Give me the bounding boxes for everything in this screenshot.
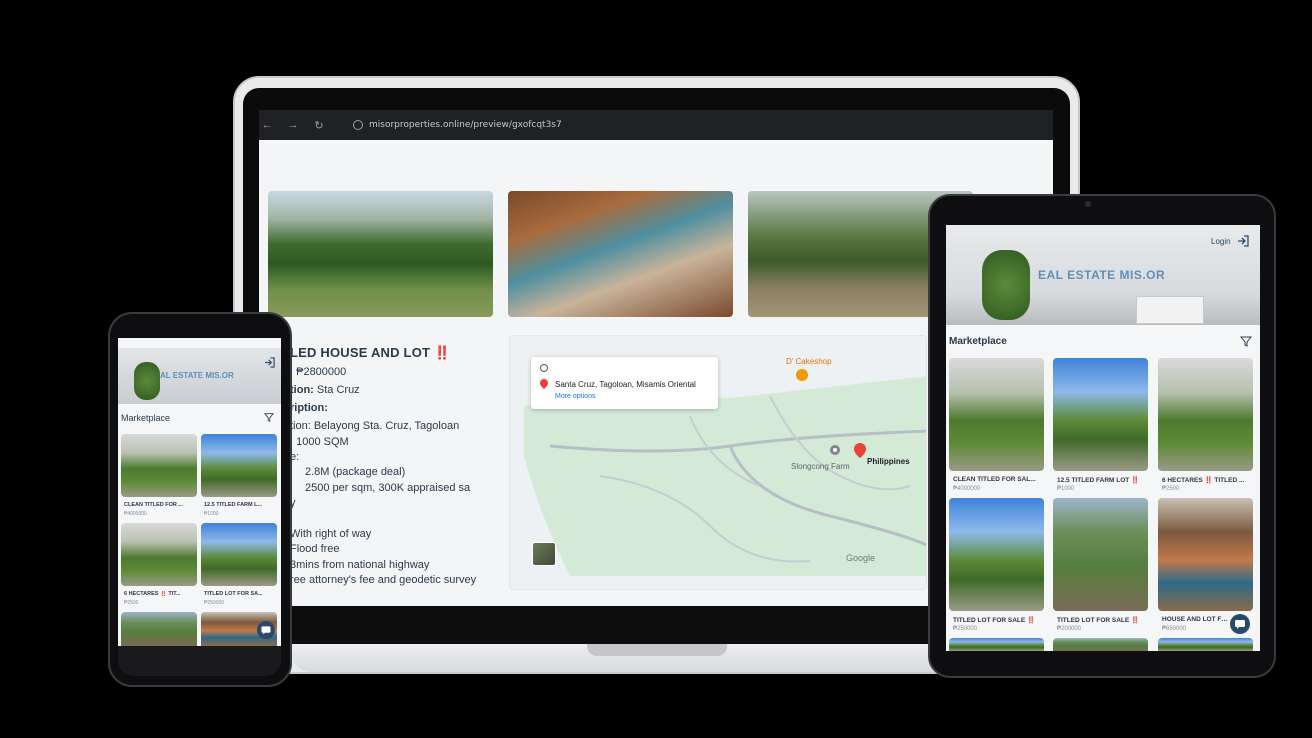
property-card-price: ₱1000	[1057, 486, 1075, 492]
listing-photo-garden[interactable]	[268, 191, 493, 317]
listing-per-sqm: 2500 per sqm, 300K appraised sa	[305, 482, 471, 494]
feature-flood-free: Flood free	[290, 543, 340, 555]
laptop-notch	[587, 644, 727, 656]
brand-title: AL ESTATE MIS.OR	[160, 371, 234, 380]
marketplace-heading: Marketplace	[949, 336, 1007, 347]
property-card-price: ₱4000000	[124, 511, 147, 517]
back-icon[interactable]: ←	[259, 119, 275, 131]
reload-icon[interactable]: ↻	[311, 119, 327, 132]
poi-cakeshop[interactable]: D' Cakeshop	[786, 357, 832, 366]
feature-attorney-fee: ree attorney's fee and geodetic survey	[290, 574, 477, 586]
login-icon[interactable]	[264, 357, 275, 368]
feature-right-of-way: With right of way	[290, 528, 372, 540]
property-card-image[interactable]	[1053, 358, 1148, 471]
property-card-image[interactable]	[201, 434, 277, 497]
address-bar[interactable]: misorproperties.online/preview/gxofcqt3s…	[343, 115, 572, 135]
marketplace-heading: Marketplace	[121, 413, 171, 423]
property-card-price: ₱2500	[1162, 486, 1180, 492]
description-label: ription:	[290, 402, 328, 414]
cabinet-decoration	[1136, 296, 1204, 324]
page-footer-dark	[259, 606, 927, 644]
map-attribution: Google	[846, 553, 876, 563]
property-card-image[interactable]	[1053, 638, 1148, 651]
more-options-link[interactable]: More options	[555, 393, 595, 400]
phone-notch	[154, 316, 248, 334]
filter-icon[interactable]	[1240, 335, 1252, 347]
chat-icon[interactable]	[257, 621, 275, 639]
food-pin-icon[interactable]	[796, 369, 808, 381]
listing-photo-interior[interactable]	[508, 191, 733, 317]
property-card-title[interactable]: HOUSE AND LOT FOR SALE	[1162, 616, 1230, 623]
map-address: Santa Cruz, Tagoloan, Misamis Oriental	[555, 380, 696, 389]
tablet-camera	[1085, 201, 1091, 207]
url-text[interactable]: misorproperties.online/preview/gxofcqt3s…	[369, 120, 562, 130]
property-card-title[interactable]: TITLED LOT FOR SALE ‼️	[1057, 616, 1149, 624]
listing-area: : 1000 SQM	[290, 436, 349, 448]
property-card-price: ₱1000	[204, 511, 219, 517]
forward-icon[interactable]: →	[285, 119, 301, 131]
brand-title: EAL ESTATE MIS.OR	[1038, 268, 1166, 282]
property-card-price: ₱650000	[1162, 626, 1187, 632]
login-icon[interactable]	[1237, 235, 1249, 247]
listing-price: : ₱2800000	[290, 366, 347, 378]
map-pin-icon	[540, 379, 548, 389]
map-info-card: Santa Cruz, Tagoloan, Misamis Oriental M…	[531, 357, 718, 409]
phone-bottom-bar	[118, 646, 281, 676]
poi-farm[interactable]: Slongcong Farm	[791, 462, 850, 471]
property-card-title[interactable]: 12.5 TITLED FARM LOT ‼️	[1057, 476, 1149, 484]
listing-location: tion: Sta Cruz	[290, 384, 360, 396]
property-card-image[interactable]	[949, 358, 1044, 471]
property-card-title[interactable]: TITLED LOT FOR SA...	[204, 591, 278, 597]
property-card-title[interactable]: 6 HECTARES ‼️ TIT...	[124, 591, 198, 597]
property-card-price: ₱200000	[1057, 626, 1082, 632]
browser-toolbar: ← → ↻ misorproperties.online/preview/gxo…	[259, 110, 1053, 140]
site-info-icon[interactable]	[353, 120, 363, 130]
filter-icon[interactable]	[264, 412, 274, 422]
property-card-title[interactable]: 12.5 TITLED FARM L...	[204, 502, 278, 508]
listing-title: LED HOUSE AND LOT ‼️	[290, 345, 451, 360]
location-value: Sta Cruz	[316, 384, 360, 396]
property-card-image[interactable]	[1158, 358, 1253, 471]
property-card-title[interactable]: 6 HECTARES ‼️ TITLED ...	[1162, 476, 1254, 484]
property-card-price: ₱250000	[204, 600, 225, 606]
poi-country: Philippines	[867, 457, 910, 466]
property-card-image[interactable]	[949, 638, 1044, 651]
plant-decoration	[982, 250, 1030, 320]
property-card-price: ₱2500	[124, 600, 139, 606]
farm-pin-icon[interactable]	[829, 444, 841, 456]
property-card-image[interactable]	[121, 523, 197, 586]
plant-decoration	[134, 362, 160, 400]
property-card-price: ₱250000	[953, 626, 978, 632]
location-pin-icon[interactable]	[854, 443, 866, 458]
feature-highway: 3mins from national highway	[290, 559, 430, 571]
property-card-image[interactable]	[121, 434, 197, 497]
property-card-title[interactable]: CLEAN TITLED FOR SAL...	[953, 476, 1045, 483]
radio-circle-icon	[540, 364, 548, 372]
property-card-image[interactable]	[1158, 638, 1253, 651]
login-link[interactable]: Login	[1211, 237, 1231, 246]
property-card-title[interactable]: TITLED LOT FOR SALE ‼️	[953, 616, 1045, 624]
property-card-image[interactable]	[1158, 498, 1253, 611]
property-card-price: ₱4000000	[953, 486, 981, 492]
location-label: tion:	[290, 384, 314, 396]
property-card-image[interactable]	[949, 498, 1044, 611]
listing-package: 2.8M (package deal)	[305, 466, 406, 478]
property-card-title[interactable]: CLEAN TITLED FOR ...	[124, 502, 198, 508]
listing-address: tion: Belayong Sta. Cruz, Tagoloan	[290, 420, 460, 432]
property-card-image[interactable]	[1053, 498, 1148, 611]
chat-icon[interactable]	[1230, 614, 1250, 634]
property-card-image[interactable]	[201, 523, 277, 586]
property-card-image[interactable]	[121, 612, 197, 646]
map-layer-toggle[interactable]	[532, 542, 556, 566]
